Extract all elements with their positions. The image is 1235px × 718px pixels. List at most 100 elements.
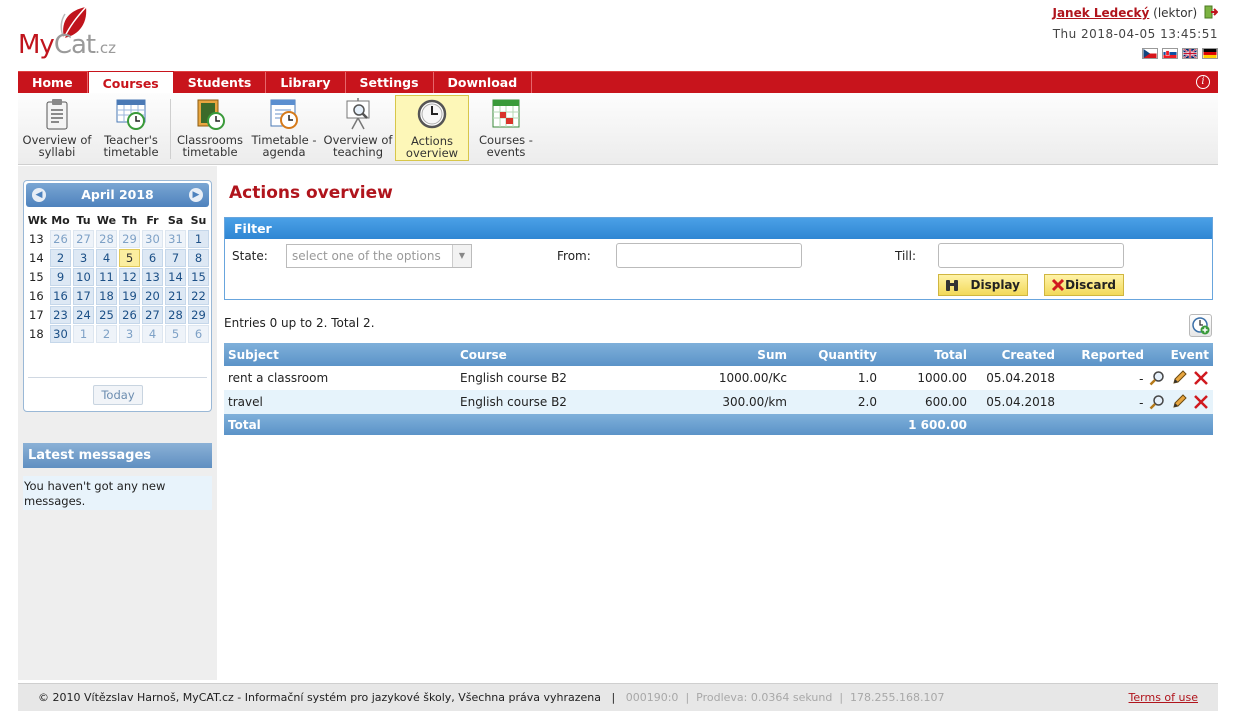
nav-tab-students[interactable]: Students	[174, 72, 267, 94]
nav-tab-download[interactable]: Download	[434, 72, 533, 94]
calendar-day[interactable]: 4	[142, 325, 163, 343]
col-header-created[interactable]: Created	[971, 343, 1059, 366]
calendar-day[interactable]: 14	[165, 268, 186, 286]
calendar-day[interactable]: 25	[96, 306, 117, 324]
table-row[interactable]: travel English course B2 300.00/km 2.0 6…	[224, 390, 1213, 414]
delete-x-icon[interactable]	[1193, 394, 1209, 410]
calendar-day[interactable]: 1	[73, 325, 94, 343]
search-icon[interactable]	[1149, 370, 1165, 386]
calendar-day[interactable]: 31	[165, 230, 186, 248]
calendar-day[interactable]: 29	[119, 230, 140, 248]
nav-tab-home[interactable]: Home	[18, 72, 88, 94]
subnav-label-6b: overview	[405, 146, 459, 160]
calendar-day[interactable]: 4	[96, 249, 117, 267]
display-button-label: Display	[970, 278, 1020, 292]
col-header-course[interactable]: Course	[456, 343, 656, 366]
empty-cell	[1148, 414, 1213, 435]
red-x-icon	[1051, 278, 1065, 292]
from-date-input[interactable]	[616, 243, 802, 268]
logout-icon[interactable]	[1204, 5, 1218, 19]
calendar-day[interactable]: 3	[73, 249, 94, 267]
calendar-day[interactable]: 22	[188, 287, 209, 305]
subnav-classrooms-timetable[interactable]: Classrooms timetable	[173, 95, 247, 161]
subnav-timetable-agenda[interactable]: Timetable - agenda	[247, 95, 321, 161]
calendar-day[interactable]: 19	[119, 287, 140, 305]
logo[interactable]: MyCat.cz	[16, 4, 126, 68]
calendar-day[interactable]: 15	[188, 268, 209, 286]
clock-plus-icon	[1192, 317, 1210, 335]
subnav-overview-of-teaching[interactable]: Overview of teaching	[321, 95, 395, 161]
col-header-quantity[interactable]: Quantity	[791, 343, 881, 366]
calendar-day[interactable]: 9	[50, 268, 71, 286]
calendar-day[interactable]: 28	[165, 306, 186, 324]
col-header-subject[interactable]: Subject	[224, 343, 456, 366]
calendar-day[interactable]: 26	[50, 230, 71, 248]
calendar-day[interactable]: 29	[188, 306, 209, 324]
calendar-day[interactable]: 7	[165, 249, 186, 267]
calendar-day[interactable]: 24	[73, 306, 94, 324]
subnav-overview-of-syllabi[interactable]: Overview of syllabi	[20, 95, 94, 161]
prev-month-icon[interactable]: ◀	[32, 188, 46, 202]
calendar-day[interactable]: 3	[119, 325, 140, 343]
calendar-day[interactable]: 23	[50, 306, 71, 324]
calendar-day[interactable]: 6	[188, 325, 209, 343]
subnav-teachers-timetable[interactable]: Teacher's timetable	[94, 95, 168, 161]
nav-tab-courses[interactable]: Courses	[87, 71, 174, 95]
calendar-day[interactable]: 8	[188, 249, 209, 267]
calendar-day[interactable]: 12	[119, 268, 140, 286]
calendar-day[interactable]: 27	[142, 306, 163, 324]
calendar-day[interactable]: 6	[142, 249, 163, 267]
calendar-day[interactable]: 13	[142, 268, 163, 286]
calendar-day[interactable]: 30	[142, 230, 163, 248]
cell-course: English course B2	[456, 390, 656, 414]
calendar-day[interactable]: 16	[50, 287, 71, 305]
slovak-flag-icon[interactable]	[1162, 48, 1178, 59]
calendar-day[interactable]: 2	[50, 249, 71, 267]
calendar-day[interactable]: 2	[96, 325, 117, 343]
cell-subject: rent a classroom	[224, 366, 456, 390]
calendar-day[interactable]: 30	[50, 325, 71, 343]
col-header-total[interactable]: Total	[881, 343, 971, 366]
user-name-link[interactable]: Janek Ledecký	[1052, 6, 1149, 20]
subnav-courses-events[interactable]: Courses - events	[469, 95, 543, 161]
calendar-divider	[28, 377, 207, 378]
calendar-day[interactable]: 1	[188, 230, 209, 248]
display-button[interactable]: Display	[938, 274, 1028, 296]
calendar-day[interactable]: 21	[165, 287, 186, 305]
discard-button[interactable]: Discard	[1044, 274, 1124, 296]
german-flag-icon[interactable]	[1202, 48, 1218, 59]
terms-of-use-link[interactable]: Terms of use	[1129, 684, 1198, 712]
today-button[interactable]: Today	[93, 385, 143, 405]
nav-tab-settings[interactable]: Settings	[346, 72, 434, 94]
till-date-input[interactable]	[938, 243, 1124, 268]
add-action-button[interactable]	[1189, 314, 1212, 337]
uk-flag-icon[interactable]	[1182, 48, 1198, 59]
delete-x-icon[interactable]	[1193, 370, 1209, 386]
footer-sep: |	[839, 691, 844, 704]
calendar-day[interactable]: 5	[165, 325, 186, 343]
nav-tab-library[interactable]: Library	[266, 72, 346, 94]
col-header-event[interactable]: Event	[1148, 343, 1213, 366]
edit-pencil-icon[interactable]	[1171, 370, 1187, 386]
info-icon[interactable]: i	[1196, 75, 1210, 89]
table-row[interactable]: rent a classroom English course B2 1000.…	[224, 366, 1213, 390]
czech-flag-icon[interactable]	[1142, 48, 1158, 59]
state-select[interactable]: select one of the options ▼	[286, 244, 472, 268]
calendar-day[interactable]: 20	[142, 287, 163, 305]
calendar-day[interactable]: 17	[73, 287, 94, 305]
col-header-sum[interactable]: Sum	[656, 343, 791, 366]
next-month-icon[interactable]: ▶	[189, 188, 203, 202]
filter-header: Filter	[225, 218, 1212, 239]
calendar-day[interactable]: 10	[73, 268, 94, 286]
calendar-day[interactable]: 11	[96, 268, 117, 286]
calendar-day-today[interactable]: 5	[119, 249, 140, 267]
search-icon[interactable]	[1149, 394, 1165, 410]
col-header-reported[interactable]: Reported	[1059, 343, 1148, 366]
subnav-actions-overview[interactable]: Actions overview	[395, 95, 469, 161]
weekday-header: Wk	[27, 213, 48, 227]
calendar-day[interactable]: 26	[119, 306, 140, 324]
calendar-day[interactable]: 28	[96, 230, 117, 248]
edit-pencil-icon[interactable]	[1171, 394, 1187, 410]
calendar-day[interactable]: 27	[73, 230, 94, 248]
calendar-day[interactable]: 18	[96, 287, 117, 305]
